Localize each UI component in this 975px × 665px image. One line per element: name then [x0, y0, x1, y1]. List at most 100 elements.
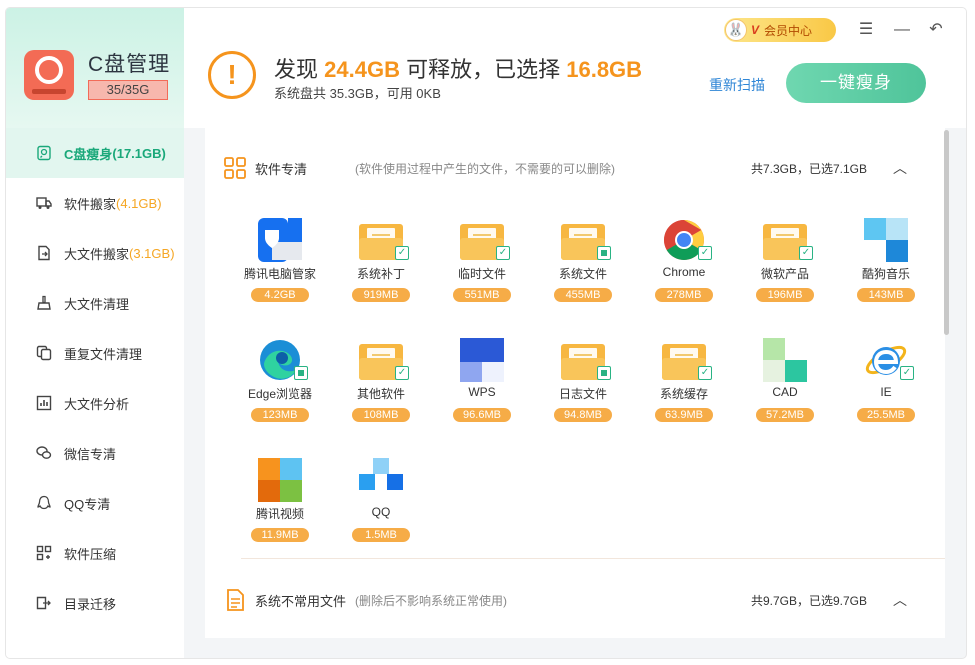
sidebar-item-7[interactable]: QQ专清	[6, 478, 184, 528]
sidebar-item-2[interactable]: 大文件搬家 (3.1GB)	[6, 228, 184, 278]
app-tile[interactable]: ✓ Chrome 278MB	[640, 208, 728, 318]
qq-app-icon	[359, 458, 403, 502]
tile-size-badge: 143MB	[857, 288, 915, 302]
tile-size-badge: 919MB	[352, 288, 410, 302]
sidebar-item-label: 重复文件清理	[64, 346, 143, 362]
disk-logo-icon	[24, 50, 74, 100]
app-tile[interactable]: ✓ 微软产品 196MB	[741, 208, 829, 318]
vip-label: 会员中心	[764, 23, 813, 38]
sidebar-item-label: 目录迁移	[64, 596, 117, 612]
sidebar-item-label: 微信专清	[64, 446, 117, 462]
app-tile[interactable]: ✓ 系统补丁 919MB	[337, 208, 425, 318]
app-tile[interactable]: CAD 57.2MB	[741, 328, 829, 438]
sidebar-item-0[interactable]: C盘瘦身 (17.1GB)	[6, 128, 184, 178]
wechat-icon	[36, 445, 52, 461]
checkbox-partial-icon[interactable]	[597, 246, 611, 260]
sidebar-nav: C盘瘦身 (17.1GB) 软件搬家 (4.1GB) 大文件搬家 (3.1GB) 大文件清理…	[6, 128, 184, 628]
truck-icon	[36, 195, 52, 211]
sidebar-item-5[interactable]: 大文件分析	[6, 378, 184, 428]
back-icon[interactable]: ↶	[926, 20, 946, 40]
tile-size-badge: 94.8MB	[554, 408, 612, 422]
checkbox-partial-icon[interactable]	[294, 366, 308, 380]
tile-size-badge: 123MB	[251, 408, 309, 422]
tencent-pcmanager-icon	[258, 218, 302, 262]
section-total: 共9.7GB，已选9.7GB	[750, 593, 867, 608]
vip-center-button[interactable]: 🐰 V 会员中心	[724, 18, 836, 42]
minimize-icon[interactable]: —	[892, 20, 912, 40]
section-desc: (软件使用过程中产生的文件，不需要的可以删除)	[355, 161, 615, 176]
tile-size-badge: 57.2MB	[756, 408, 814, 422]
sidebar-item-label: 大文件搬家	[64, 246, 130, 262]
menu-icon[interactable]: ☰	[856, 20, 876, 40]
app-tile[interactable]: 酷狗音乐 143MB	[842, 208, 930, 318]
checkbox-checked-icon[interactable]: ✓	[395, 366, 409, 380]
sidebar-item-label: 软件搬家	[64, 196, 117, 212]
tile-name: 临时文件	[457, 267, 506, 281]
warning-icon: !	[208, 51, 256, 99]
app-tile[interactable]: 腾讯视频 11.9MB	[236, 448, 324, 558]
one-click-slim-button[interactable]: 一键瘦身	[786, 63, 926, 103]
app-tile[interactable]: 腾讯电脑管家 4.2GB	[236, 208, 324, 318]
app-tile[interactable]: ✓ 临时文件 551MB	[438, 208, 526, 318]
chevron-up-icon[interactable]: ︿	[893, 590, 907, 610]
tile-name: CAD	[772, 385, 798, 399]
scrollbar[interactable]	[944, 130, 949, 335]
sidebar-item-extra: (17.1GB)	[112, 145, 166, 161]
app-tile[interactable]: 日志文件 94.8MB	[539, 328, 627, 438]
checkbox-checked-icon[interactable]: ✓	[698, 366, 712, 380]
tile-name: 腾讯视频	[255, 507, 304, 521]
checkbox-partial-icon[interactable]	[597, 366, 611, 380]
app-tile[interactable]: ✓ IE 25.5MB	[842, 328, 930, 438]
tile-name: 腾讯电脑管家	[243, 267, 316, 281]
section-title: 系统不常用文件	[255, 593, 347, 609]
tile-size-badge: 1.5MB	[352, 528, 410, 542]
app-tile[interactable]: 系统文件 455MB	[539, 208, 627, 318]
sidebar-item-label: 大文件清理	[64, 296, 130, 312]
tile-size-badge: 4.2GB	[251, 288, 309, 302]
tile-size-badge: 455MB	[554, 288, 612, 302]
scan-result-headline: 发现 24.4GB 可释放，已选择 16.8GB	[274, 52, 642, 84]
tile-size-badge: 25.5MB	[857, 408, 915, 422]
sidebar-item-3[interactable]: 大文件清理	[6, 278, 184, 328]
headline-mid: 可释放，已选择	[406, 57, 561, 82]
sidebar-item-extra: (4.1GB)	[116, 195, 162, 211]
sidebar-item-label: 大文件分析	[64, 396, 130, 412]
app-tile[interactable]: QQ 1.5MB	[337, 448, 425, 558]
checkbox-checked-icon[interactable]: ✓	[496, 246, 510, 260]
section-header-software: 软件专清 (软件使用过程中产生的文件，不需要的可以删除) 共7.3GB，已选7.…	[205, 148, 945, 188]
sidebar-item-9[interactable]: 目录迁移	[6, 578, 184, 628]
app-window: C盘管理 35/35G C盘瘦身 (17.1GB) 软件搬家 (4.1GB) 大文件搬家…	[6, 8, 966, 658]
cad-icon	[763, 338, 807, 382]
sidebar-item-8[interactable]: 软件压缩	[6, 528, 184, 578]
wps-icon	[460, 338, 504, 382]
tile-name: 系统补丁	[356, 267, 405, 281]
tile-size-badge: 96.6MB	[453, 408, 511, 422]
rescan-link[interactable]: 重新扫描	[709, 75, 765, 95]
duplicate-icon	[36, 345, 52, 361]
sidebar-item-4[interactable]: 重复文件清理	[6, 328, 184, 378]
rabbit-avatar-icon: 🐰	[725, 19, 747, 41]
checkbox-checked-icon[interactable]: ✓	[900, 366, 914, 380]
checkbox-checked-icon[interactable]: ✓	[698, 246, 712, 260]
app-tile[interactable]: ✓ 系统缓存 63.9MB	[640, 328, 728, 438]
sidebar-item-label: QQ专清	[64, 496, 111, 512]
tile-name: 系统缓存	[659, 387, 708, 401]
disk-summary: 系统盘共 35.3GB，可用 0KB	[274, 86, 441, 101]
app-tile[interactable]: ✓ 其他软件 108MB	[337, 328, 425, 438]
sidebar-item-1[interactable]: 软件搬家 (4.1GB)	[6, 178, 184, 228]
qq-icon	[36, 495, 52, 511]
sidebar-item-6[interactable]: 微信专清	[6, 428, 184, 478]
checkbox-checked-icon[interactable]: ✓	[799, 246, 813, 260]
header: ! 发现 24.4GB 可释放，已选择 16.8GB 系统盘共 35.3GB，可…	[184, 8, 966, 128]
checkbox-checked-icon[interactable]: ✓	[395, 246, 409, 260]
tile-name: 酷狗音乐	[861, 267, 910, 281]
tile-name: 其他软件	[356, 387, 405, 401]
chevron-up-icon[interactable]: ︿	[893, 158, 907, 178]
broom-icon	[36, 295, 52, 311]
sidebar: C盘管理 35/35G C盘瘦身 (17.1GB) 软件搬家 (4.1GB) 大文件搬家…	[6, 8, 184, 658]
app-tile[interactable]: WPS 96.6MB	[438, 328, 526, 438]
headline-prefix: 发现	[274, 57, 319, 82]
tile-size-badge: 108MB	[352, 408, 410, 422]
tile-name: 系统文件	[558, 267, 607, 281]
app-tile[interactable]: Edge浏览器 123MB	[236, 328, 324, 438]
